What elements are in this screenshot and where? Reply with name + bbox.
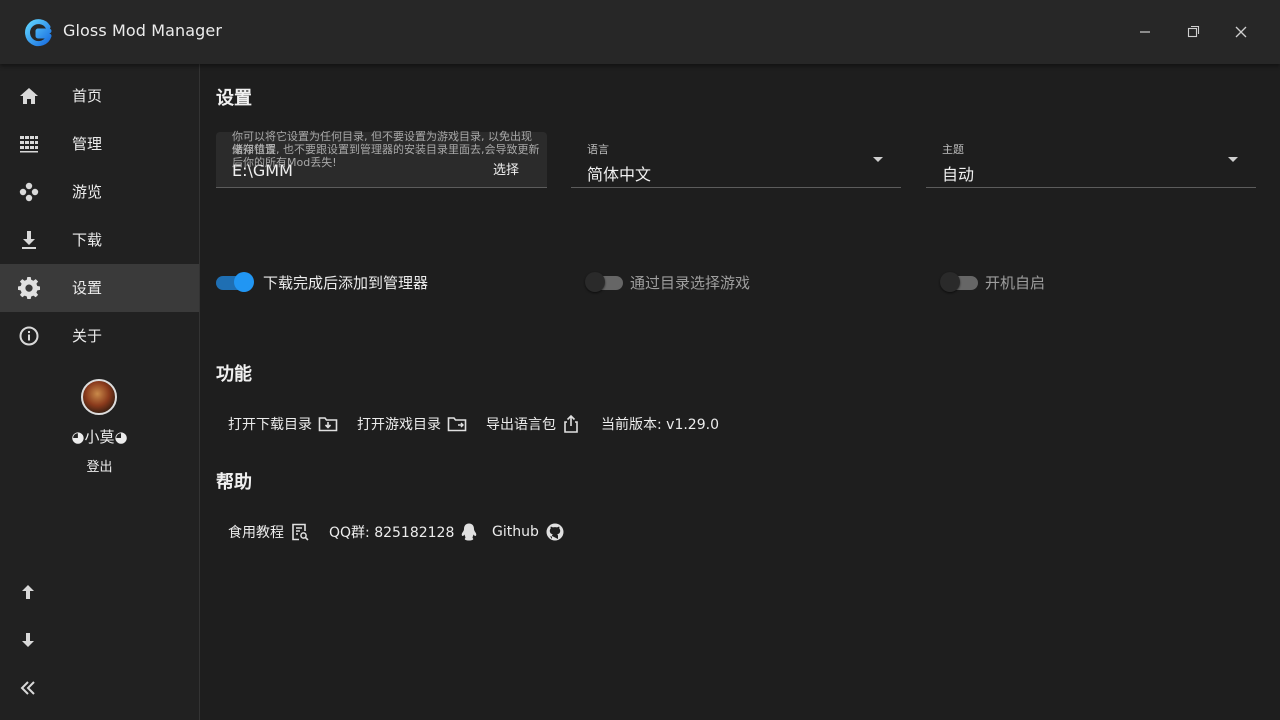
arrow-down-icon[interactable] — [16, 628, 40, 652]
tutorial-link[interactable]: 食用教程 — [228, 522, 310, 542]
sidebar-item-settings[interactable]: 设置 — [0, 264, 199, 312]
field-underline — [571, 187, 901, 188]
sidebar-item-label: 下载 — [72, 231, 103, 249]
document-search-icon — [292, 523, 309, 541]
maximize-button[interactable] — [1181, 20, 1205, 44]
open-download-dir-label: 打开下载目录 — [228, 417, 312, 433]
sidebar-item-label: 管理 — [72, 135, 103, 153]
theme-value: 自动 — [942, 165, 975, 184]
title-bar: Gloss Mod Manager — [0, 0, 1280, 64]
github-label: Github — [492, 524, 539, 540]
qq-icon — [462, 523, 477, 541]
arrow-up-icon[interactable] — [16, 580, 40, 604]
sidebar-item-manage[interactable]: 管理 — [0, 120, 199, 168]
logout-link[interactable]: 登出 — [0, 456, 199, 475]
sidebar-item-label: 首页 — [72, 87, 103, 105]
sidebar-item-label: 关于 — [72, 327, 103, 345]
theme-label: 主题 — [942, 143, 964, 156]
qq-group-label: QQ群: 825182128 — [329, 525, 455, 541]
github-icon — [546, 523, 564, 541]
gamepad-icon — [19, 182, 39, 202]
github-link[interactable]: Github — [492, 522, 565, 542]
maximize-icon — [1187, 25, 1200, 38]
qq-group-link[interactable]: QQ群: 825182128 — [329, 522, 478, 542]
minimize-button[interactable] — [1133, 20, 1157, 44]
open-download-dir-button[interactable]: 打开下载目录 — [228, 414, 338, 434]
sidebar: 首页 管理 游览 下载 设置 关于 ◕小莫◕ 登出 — [0, 64, 200, 720]
sidebar-item-label: 游览 — [72, 183, 103, 201]
export-icon — [564, 414, 578, 433]
field-underline — [926, 187, 1256, 188]
grid-icon — [20, 136, 38, 153]
user-name: ◕小莫◕ — [71, 428, 128, 446]
version-label: 当前版本: v1.29.0 — [601, 417, 719, 433]
field-underline — [216, 187, 547, 188]
open-game-dir-label: 打开游戏目录 — [357, 417, 441, 433]
info-icon — [19, 326, 39, 346]
language-value: 简体中文 — [587, 165, 652, 184]
download-icon — [22, 231, 36, 249]
export-language-button[interactable]: 导出语言包 — [486, 414, 580, 434]
settings-title: 设置 — [216, 88, 252, 109]
close-icon — [1235, 26, 1247, 38]
switch-label: 下载完成后添加到管理器 — [263, 274, 429, 292]
language-select[interactable]: 语言 简体中文 — [571, 132, 901, 188]
minimize-icon — [1140, 31, 1150, 33]
sidebar-item-browse[interactable]: 游览 — [0, 168, 199, 216]
open-game-dir-button[interactable]: 打开游戏目录 — [357, 414, 467, 434]
switch-knob[interactable] — [234, 272, 254, 292]
sidebar-item-home[interactable]: 首页 — [0, 72, 199, 120]
avatar[interactable] — [81, 379, 117, 415]
close-button[interactable] — [1229, 20, 1253, 44]
help-title: 帮助 — [216, 472, 252, 493]
switch-knob[interactable] — [940, 272, 960, 292]
chevron-down-icon — [873, 157, 883, 162]
switch-label: 开机自启 — [985, 274, 1046, 292]
theme-select[interactable]: 主题 自动 — [926, 132, 1256, 188]
sidebar-item-download[interactable]: 下载 — [0, 216, 199, 264]
chevron-down-icon — [1228, 157, 1238, 162]
app-title: Gloss Mod Manager — [63, 21, 223, 40]
switch-label: 通过目录选择游戏 — [630, 274, 751, 292]
folder-open-icon — [447, 417, 467, 432]
home-icon — [20, 88, 38, 104]
app-logo-icon — [25, 19, 52, 47]
folder-download-icon — [318, 417, 338, 432]
export-language-label: 导出语言包 — [486, 417, 556, 433]
tutorial-label: 食用教程 — [228, 525, 284, 541]
sidebar-item-label: 设置 — [72, 279, 103, 297]
storage-hint: 你可以将它设置为任何目录, 但不要设置为游戏目录, 以免出现未知错误, 也不要跟… — [232, 130, 540, 169]
features-title: 功能 — [216, 364, 252, 385]
switch-knob[interactable] — [585, 272, 605, 292]
gear-icon — [18, 277, 40, 299]
version-text: 当前版本: v1.29.0 — [601, 414, 719, 434]
sidebar-item-about[interactable]: 关于 — [0, 312, 199, 360]
language-label: 语言 — [587, 143, 609, 156]
collapse-icon[interactable] — [16, 676, 40, 700]
